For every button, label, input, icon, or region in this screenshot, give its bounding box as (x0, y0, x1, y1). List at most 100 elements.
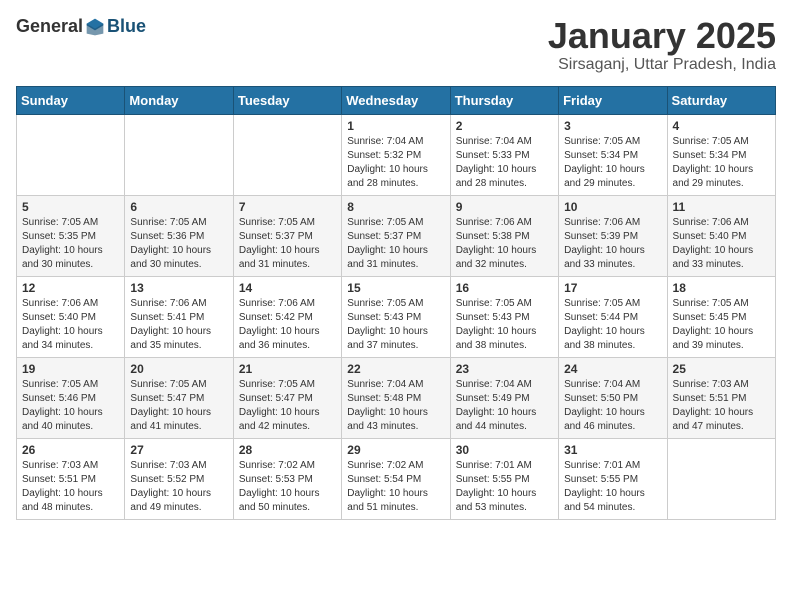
calendar-day-cell-12: 12 Sunrise: 7:06 AM Sunset: 5:40 PM Dayli… (17, 276, 125, 357)
weekday-header-sunday: Sunday (17, 86, 125, 114)
calendar-week-row: 1 Sunrise: 7:04 AM Sunset: 5:32 PM Daylig… (17, 114, 776, 195)
weekday-header-row: SundayMondayTuesdayWednesdayThursdayFrid… (17, 86, 776, 114)
calendar-day-cell-30: 30Sunrise: 7:01 AM Sunset: 5:55 PM Dayli… (450, 438, 558, 519)
calendar-day-cell-3: 3 Sunrise: 7:05 AM Sunset: 5:34 PM Daylig… (559, 114, 667, 195)
calendar-week-row: 19 Sunrise: 7:05 AM Sunset: 5:46 PM Dayli… (17, 357, 776, 438)
day-content: Sunrise: 7:03 AM Sunset: 5:52 PM Dayligh… (130, 459, 227, 515)
day-number: 12 (22, 281, 119, 295)
day-content: Sunrise: 7:02 AM Sunset: 5:53 PM Dayligh… (239, 459, 336, 515)
location-subtitle: Sirsaganj, Uttar Pradesh, India (548, 56, 776, 74)
calendar-day-cell-26: 26 Sunrise: 7:03 AM Sunset: 5:51 PM Dayli… (17, 438, 125, 519)
calendar-day-cell-23: 23Sunrise: 7:04 AM Sunset: 5:49 PM Dayli… (450, 357, 558, 438)
day-number: 27 (130, 443, 227, 457)
calendar-empty-cell (125, 114, 233, 195)
calendar-day-cell-25: 25 Sunrise: 7:03 AM Sunset: 5:51 PM Dayli… (667, 357, 775, 438)
calendar-day-cell-9: 9Sunrise: 7:06 AM Sunset: 5:38 PM Daylig… (450, 195, 558, 276)
weekday-header-wednesday: Wednesday (342, 86, 450, 114)
calendar-day-cell-29: 29 Sunrise: 7:02 AM Sunset: 5:54 PM Dayli… (342, 438, 450, 519)
calendar-day-cell-8: 8 Sunrise: 7:05 AM Sunset: 5:37 PM Daylig… (342, 195, 450, 276)
weekday-header-thursday: Thursday (450, 86, 558, 114)
day-number: 30 (456, 443, 553, 457)
calendar-empty-cell (233, 114, 341, 195)
day-content: Sunrise: 7:04 AM Sunset: 5:48 PM Dayligh… (347, 378, 444, 434)
day-number: 17 (564, 281, 661, 295)
calendar-day-cell-20: 20 Sunrise: 7:05 AM Sunset: 5:47 PM Dayli… (125, 357, 233, 438)
day-content: Sunrise: 7:06 AM Sunset: 5:39 PM Dayligh… (564, 216, 661, 272)
day-number: 4 (673, 119, 770, 133)
day-content: Sunrise: 7:04 AM Sunset: 5:32 PM Dayligh… (347, 135, 444, 191)
day-content: Sunrise: 7:05 AM Sunset: 5:35 PM Dayligh… (22, 216, 119, 272)
calendar-day-cell-5: 5 Sunrise: 7:05 AM Sunset: 5:35 PM Daylig… (17, 195, 125, 276)
calendar-day-cell-27: 27 Sunrise: 7:03 AM Sunset: 5:52 PM Dayli… (125, 438, 233, 519)
weekday-header-tuesday: Tuesday (233, 86, 341, 114)
calendar-day-cell-19: 19 Sunrise: 7:05 AM Sunset: 5:46 PM Dayli… (17, 357, 125, 438)
day-number: 18 (673, 281, 770, 295)
day-content: Sunrise: 7:05 AM Sunset: 5:37 PM Dayligh… (347, 216, 444, 272)
day-content: Sunrise: 7:04 AM Sunset: 5:50 PM Dayligh… (564, 378, 661, 434)
day-content: Sunrise: 7:04 AM Sunset: 5:49 PM Dayligh… (456, 378, 553, 434)
day-content: Sunrise: 7:03 AM Sunset: 5:51 PM Dayligh… (22, 459, 119, 515)
day-number: 28 (239, 443, 336, 457)
day-number: 2 (456, 119, 553, 133)
day-number: 7 (239, 200, 336, 214)
day-number: 19 (22, 362, 119, 376)
calendar-day-cell-24: 24Sunrise: 7:04 AM Sunset: 5:50 PM Dayli… (559, 357, 667, 438)
day-content: Sunrise: 7:06 AM Sunset: 5:40 PM Dayligh… (22, 297, 119, 353)
calendar-day-cell-10: 10 Sunrise: 7:06 AM Sunset: 5:39 PM Dayli… (559, 195, 667, 276)
day-number: 25 (673, 362, 770, 376)
day-number: 10 (564, 200, 661, 214)
day-content: Sunrise: 7:06 AM Sunset: 5:42 PM Dayligh… (239, 297, 336, 353)
calendar-day-cell-13: 13 Sunrise: 7:06 AM Sunset: 5:41 PM Dayli… (125, 276, 233, 357)
day-content: Sunrise: 7:04 AM Sunset: 5:33 PM Dayligh… (456, 135, 553, 191)
calendar-table: SundayMondayTuesdayWednesdayThursdayFrid… (16, 86, 776, 520)
calendar-day-cell-31: 31Sunrise: 7:01 AM Sunset: 5:55 PM Dayli… (559, 438, 667, 519)
day-number: 29 (347, 443, 444, 457)
calendar-day-cell-17: 17 Sunrise: 7:05 AM Sunset: 5:44 PM Dayli… (559, 276, 667, 357)
day-content: Sunrise: 7:05 AM Sunset: 5:45 PM Dayligh… (673, 297, 770, 353)
day-number: 31 (564, 443, 661, 457)
logo-blue-text: Blue (107, 16, 146, 37)
weekday-header-friday: Friday (559, 86, 667, 114)
calendar-day-cell-28: 28 Sunrise: 7:02 AM Sunset: 5:53 PM Dayli… (233, 438, 341, 519)
day-number: 21 (239, 362, 336, 376)
day-number: 15 (347, 281, 444, 295)
day-content: Sunrise: 7:05 AM Sunset: 5:44 PM Dayligh… (564, 297, 661, 353)
day-number: 1 (347, 119, 444, 133)
day-content: Sunrise: 7:05 AM Sunset: 5:34 PM Dayligh… (564, 135, 661, 191)
day-number: 14 (239, 281, 336, 295)
calendar-week-row: 5 Sunrise: 7:05 AM Sunset: 5:35 PM Daylig… (17, 195, 776, 276)
day-content: Sunrise: 7:05 AM Sunset: 5:36 PM Dayligh… (130, 216, 227, 272)
logo-icon (85, 17, 105, 37)
day-content: Sunrise: 7:05 AM Sunset: 5:46 PM Dayligh… (22, 378, 119, 434)
day-number: 6 (130, 200, 227, 214)
calendar-day-cell-6: 6 Sunrise: 7:05 AM Sunset: 5:36 PM Daylig… (125, 195, 233, 276)
day-content: Sunrise: 7:06 AM Sunset: 5:40 PM Dayligh… (673, 216, 770, 272)
calendar-week-row: 26 Sunrise: 7:03 AM Sunset: 5:51 PM Dayli… (17, 438, 776, 519)
day-content: Sunrise: 7:05 AM Sunset: 5:47 PM Dayligh… (130, 378, 227, 434)
calendar-day-cell-4: 4Sunrise: 7:05 AM Sunset: 5:34 PM Daylig… (667, 114, 775, 195)
calendar-day-cell-18: 18 Sunrise: 7:05 AM Sunset: 5:45 PM Dayli… (667, 276, 775, 357)
day-content: Sunrise: 7:02 AM Sunset: 5:54 PM Dayligh… (347, 459, 444, 515)
logo-general-text: General (16, 16, 83, 37)
calendar-day-cell-14: 14 Sunrise: 7:06 AM Sunset: 5:42 PM Dayli… (233, 276, 341, 357)
day-number: 13 (130, 281, 227, 295)
calendar-day-cell-22: 22Sunrise: 7:04 AM Sunset: 5:48 PM Dayli… (342, 357, 450, 438)
day-number: 3 (564, 119, 661, 133)
month-title: January 2025 (548, 16, 776, 56)
title-block: January 2025 Sirsaganj, Uttar Pradesh, I… (548, 16, 776, 74)
day-content: Sunrise: 7:03 AM Sunset: 5:51 PM Dayligh… (673, 378, 770, 434)
page-header: General Blue January 2025 Sirsaganj, Utt… (16, 16, 776, 74)
day-number: 20 (130, 362, 227, 376)
calendar-day-cell-7: 7Sunrise: 7:05 AM Sunset: 5:37 PM Daylig… (233, 195, 341, 276)
day-number: 8 (347, 200, 444, 214)
logo: General Blue (16, 16, 146, 37)
weekday-header-monday: Monday (125, 86, 233, 114)
day-content: Sunrise: 7:05 AM Sunset: 5:43 PM Dayligh… (347, 297, 444, 353)
day-number: 5 (22, 200, 119, 214)
day-number: 26 (22, 443, 119, 457)
day-content: Sunrise: 7:06 AM Sunset: 5:38 PM Dayligh… (456, 216, 553, 272)
calendar-day-cell-2: 2 Sunrise: 7:04 AM Sunset: 5:33 PM Daylig… (450, 114, 558, 195)
day-number: 16 (456, 281, 553, 295)
calendar-week-row: 12 Sunrise: 7:06 AM Sunset: 5:40 PM Dayli… (17, 276, 776, 357)
day-content: Sunrise: 7:06 AM Sunset: 5:41 PM Dayligh… (130, 297, 227, 353)
